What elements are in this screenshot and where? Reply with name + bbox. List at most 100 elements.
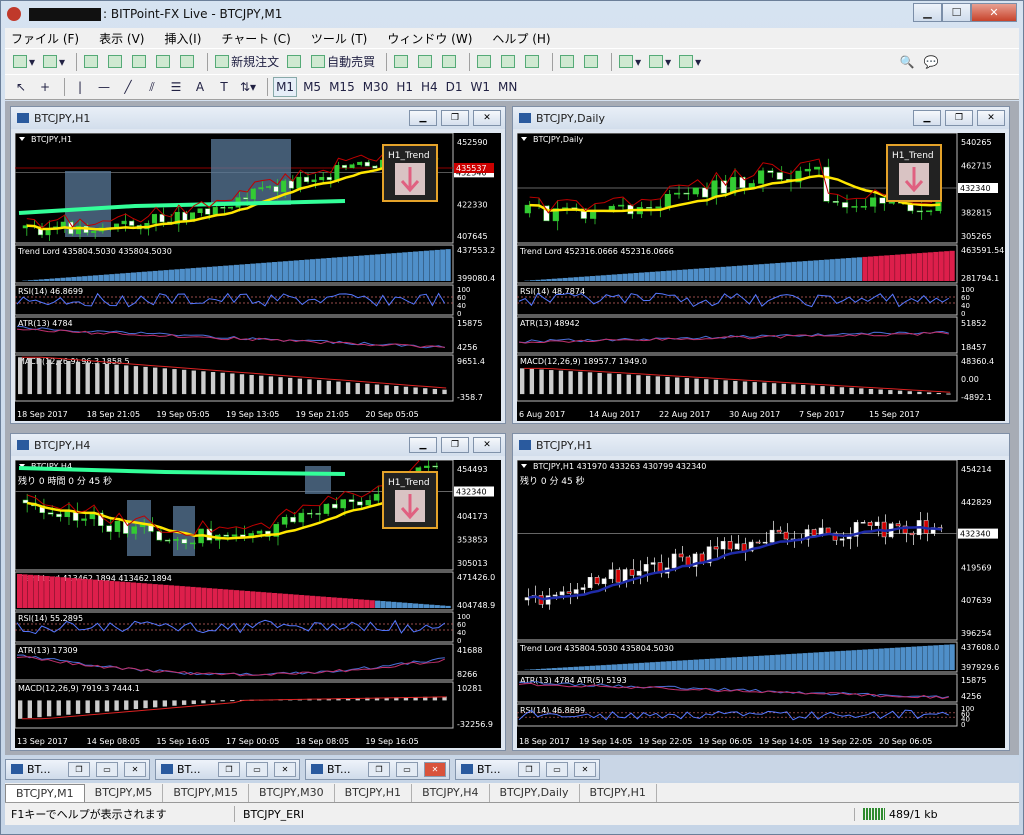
- tf-mn[interactable]: MN: [496, 77, 519, 97]
- chart-close-button[interactable]: ✕: [977, 110, 1005, 126]
- symbol-tab[interactable]: BTCJPY,H4: [412, 784, 490, 802]
- symbol-tab[interactable]: BTCJPY,H1: [335, 784, 413, 802]
- chart-minimize-button[interactable]: ▁: [409, 110, 437, 126]
- indicators-button[interactable]: ▾: [617, 52, 643, 72]
- chart-shift-button[interactable]: [582, 52, 602, 72]
- menu-file[interactable]: ファイル (F): [11, 30, 79, 47]
- navigator-button[interactable]: [130, 52, 150, 72]
- templates-button[interactable]: ▾: [677, 52, 703, 72]
- channel-tool[interactable]: ⫽: [142, 77, 162, 97]
- chart-window-btcjpy-daily[interactable]: BTCJPY,Daily ▁ ❐ ✕ 540265 462715 432340 38281…: [512, 106, 1010, 424]
- data-window-button[interactable]: [106, 52, 126, 72]
- symbol-tab[interactable]: BTCJPY,H1: [580, 784, 657, 802]
- arrows-tool[interactable]: ⇅▾: [238, 77, 258, 97]
- trend-lord-bar: [282, 261, 288, 281]
- crosshair-tool[interactable]: +: [35, 77, 55, 97]
- menu-insert[interactable]: 挿入(I): [164, 30, 201, 47]
- menu-tools[interactable]: ツール (T): [311, 30, 368, 47]
- tab-close-button[interactable]: ✕: [274, 761, 296, 777]
- chart-restore-button[interactable]: ❐: [441, 437, 469, 453]
- label-tool[interactable]: T: [214, 77, 234, 97]
- chart-minimize-button[interactable]: ▁: [409, 437, 437, 453]
- menu-view[interactable]: 表示 (V): [99, 30, 144, 47]
- close-button[interactable]: ✕: [971, 3, 1017, 22]
- new-chart-button[interactable]: ▾: [11, 52, 37, 72]
- chart-canvas[interactable]: 454214 442829 432340 419569 407639 396254 BTCJ…: [517, 460, 1005, 748]
- chart-restore-button[interactable]: ❐: [441, 110, 469, 126]
- tab-restore-button[interactable]: ❐: [518, 761, 540, 777]
- tab-close-button[interactable]: ✕: [574, 761, 596, 777]
- atr-axis-label: 8266: [457, 670, 477, 679]
- menu-window[interactable]: ウィンドウ (W): [387, 30, 472, 47]
- bar-chart-button[interactable]: [392, 52, 412, 72]
- terminal-button[interactable]: [154, 52, 174, 72]
- window-tab[interactable]: BT... ❐ ▭ ✕: [305, 758, 450, 780]
- macd-bar: [936, 392, 941, 395]
- chart-window-btcjpy-h4[interactable]: BTCJPY,H4 ▁ ❐ ✕ 454493 432340 404173 353853 30…: [10, 433, 506, 751]
- chart-restore-button[interactable]: ❐: [945, 110, 973, 126]
- new-order-button[interactable]: 新規注文: [213, 52, 281, 72]
- tf-d1[interactable]: D1: [444, 77, 465, 97]
- metaeditor-button[interactable]: [285, 52, 305, 72]
- tab-maximize-button[interactable]: ▭: [96, 761, 118, 777]
- tab-close-button[interactable]: ✕: [124, 761, 146, 777]
- tf-h4[interactable]: H4: [419, 77, 440, 97]
- minimize-button[interactable]: ▁: [913, 3, 942, 22]
- maximize-button[interactable]: ☐: [942, 3, 971, 22]
- tab-close-button[interactable]: ✕: [424, 761, 446, 777]
- chat-button[interactable]: 💬: [921, 52, 941, 72]
- tab-maximize-button[interactable]: ▭: [546, 761, 568, 777]
- chart-minimize-button[interactable]: ▁: [913, 110, 941, 126]
- chart-window-btcjpy-h1-active[interactable]: BTCJPY,H1 454214 442829 432340 419569 407639…: [512, 433, 1010, 751]
- trendline-tool[interactable]: ╱: [118, 77, 138, 97]
- chart-close-button[interactable]: ✕: [473, 110, 501, 126]
- autoscroll-button[interactable]: [558, 52, 578, 72]
- chart-close-button[interactable]: ✕: [473, 437, 501, 453]
- symbol-tab[interactable]: BTCJPY,M1: [5, 784, 85, 802]
- vertical-line-tool[interactable]: |: [70, 77, 90, 97]
- menu-help[interactable]: ヘルプ (H): [492, 30, 550, 47]
- tab-restore-button[interactable]: ❐: [368, 761, 390, 777]
- auto-trade-button[interactable]: 自動売買: [309, 52, 377, 72]
- zoom-in-button[interactable]: [475, 52, 495, 72]
- tf-m30[interactable]: M30: [361, 77, 391, 97]
- window-tab[interactable]: BT... ❐ ▭ ✕: [455, 758, 600, 780]
- tab-maximize-button[interactable]: ▭: [246, 761, 268, 777]
- periods-button[interactable]: ▾: [647, 52, 673, 72]
- trend-lord-bar: [922, 645, 928, 670]
- chart-canvas[interactable]: 540265 462715 432340 382815 305265 BTCJPY,Dai…: [517, 133, 1005, 421]
- market-watch-button[interactable]: [82, 52, 102, 72]
- tile-button[interactable]: [523, 52, 543, 72]
- tf-m1[interactable]: M1: [273, 77, 298, 97]
- tf-w1[interactable]: W1: [469, 77, 493, 97]
- tab-maximize-button[interactable]: ▭: [396, 761, 418, 777]
- search-button[interactable]: 🔍: [897, 52, 917, 72]
- window-tab[interactable]: BT... ❐ ▭ ✕: [5, 758, 150, 780]
- trend-lord-bar: [829, 651, 835, 670]
- symbol-tab[interactable]: BTCJPY,M5: [85, 784, 164, 802]
- line-chart-button[interactable]: [440, 52, 460, 72]
- profiles-button[interactable]: ▾: [41, 52, 67, 72]
- chart-canvas[interactable]: 454493432340404173353853305013BTCJPY,H4残…: [15, 460, 501, 748]
- symbol-tab[interactable]: BTCJPY,M30: [249, 784, 335, 802]
- tf-m5[interactable]: M5: [301, 77, 323, 97]
- cursor-tool[interactable]: ↖: [11, 77, 31, 97]
- candle-chart-button[interactable]: [416, 52, 436, 72]
- fibonacci-tool[interactable]: ☰: [166, 77, 186, 97]
- symbol-tab[interactable]: BTCJPY,M15: [163, 784, 249, 802]
- chart-canvas[interactable]: 452590432340422330407645435537BTCJPY,H1H…: [15, 133, 501, 421]
- tab-restore-button[interactable]: ❐: [218, 761, 240, 777]
- session-box: [305, 466, 331, 494]
- tf-h1[interactable]: H1: [394, 77, 415, 97]
- horizontal-line-tool[interactable]: —: [94, 77, 114, 97]
- menu-chart[interactable]: チャート (C): [221, 30, 290, 47]
- zoom-out-button[interactable]: [499, 52, 519, 72]
- tf-m15[interactable]: M15: [327, 77, 357, 97]
- tab-restore-button[interactable]: ❐: [68, 761, 90, 777]
- window-tab[interactable]: BT... ❐ ▭ ✕: [155, 758, 300, 780]
- text-tool[interactable]: A: [190, 77, 210, 97]
- tester-button[interactable]: [178, 52, 198, 72]
- symbol-tab[interactable]: BTCJPY,Daily: [490, 784, 580, 802]
- chart-window-btcjpy-h1[interactable]: BTCJPY,H1 ▁❐✕ 45259043234042233040764543…: [10, 106, 506, 424]
- candle: [256, 530, 263, 534]
